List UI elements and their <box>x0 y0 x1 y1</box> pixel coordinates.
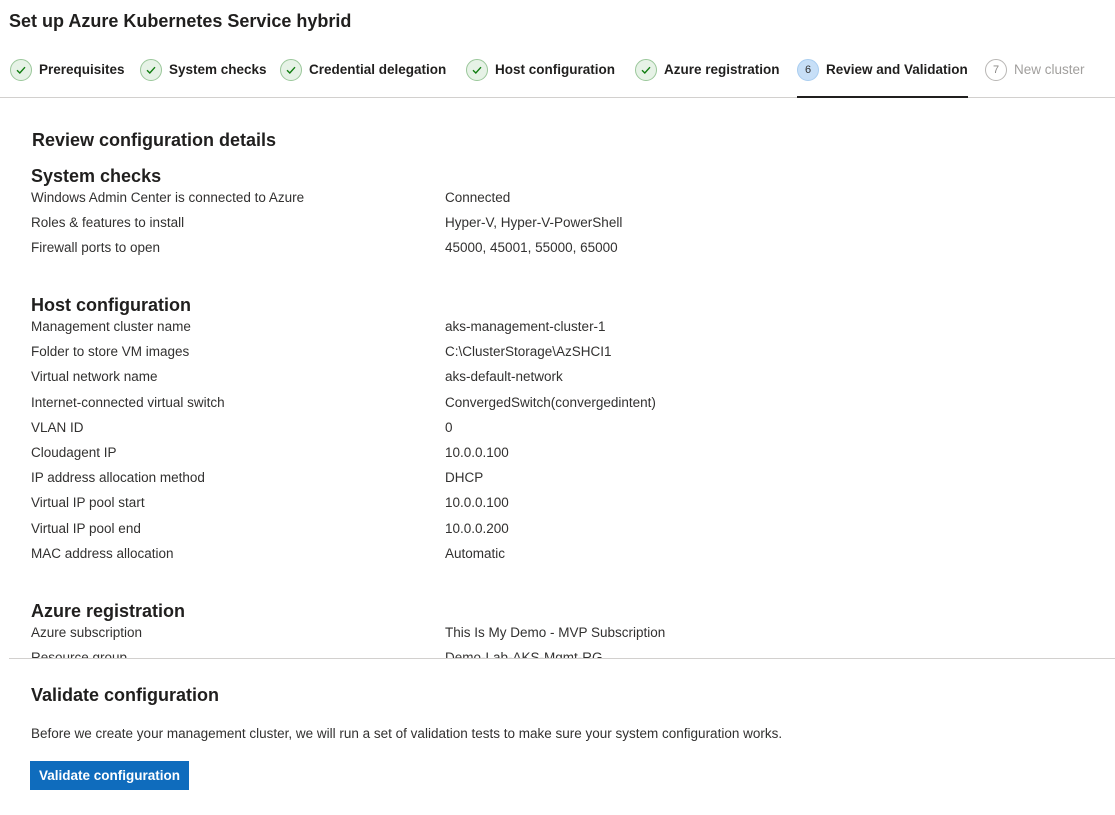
detail-key: IP address allocation method <box>31 470 205 485</box>
detail-key: Virtual network name <box>31 369 158 384</box>
detail-value: 10.0.0.100 <box>445 495 509 510</box>
checkmark-icon <box>10 59 32 81</box>
detail-row: Windows Admin Center is connected to Azu… <box>31 190 1031 210</box>
review-title: Review configuration details <box>32 130 277 150</box>
detail-value: Automatic <box>445 546 506 561</box>
detail-row: Internet-connected virtual switch Converg… <box>31 395 1031 415</box>
checkmark-icon <box>140 59 162 81</box>
step-number-badge: 6 <box>797 59 819 81</box>
detail-value: This Is My Demo - MVP Subscription <box>445 625 666 640</box>
detail-row: Firewall ports to open 45000, 45001, 5500… <box>31 240 1031 260</box>
detail-value: aks-management-cluster-1 <box>445 319 606 334</box>
checkmark-icon <box>635 59 657 81</box>
footer-divider <box>9 658 1115 659</box>
detail-key: Azure subscription <box>31 625 143 640</box>
step-host-configuration[interactable]: Host configuration <box>466 57 615 98</box>
checkmark-icon <box>280 59 302 81</box>
step-new-cluster: 7 New cluster <box>985 57 1085 98</box>
detail-row: Cloudagent IP 10.0.0.100 <box>31 445 1031 465</box>
detail-value: ConvergedSwitch(convergedintent) <box>445 395 656 410</box>
detail-row: Management cluster name aks-management-cl… <box>31 319 1031 339</box>
detail-row: VLAN ID 0 <box>31 420 1031 440</box>
step-label: Prerequisites <box>39 62 125 77</box>
detail-row: Resource group Demo-Lab-AKS-Mgmt-RG <box>31 650 1031 658</box>
detail-value: C:\ClusterStorage\AzSHCI1 <box>445 344 612 359</box>
review-scroll-area[interactable]: Review configuration details System chec… <box>0 98 1115 658</box>
section-title-host-configuration: Host configuration <box>31 295 191 315</box>
detail-value: Demo-Lab-AKS-Mgmt-RG <box>445 650 603 658</box>
detail-row: Virtual IP pool end 10.0.0.200 <box>31 521 1031 541</box>
detail-value: Hyper-V, Hyper-V-PowerShell <box>445 215 623 230</box>
detail-row: Roles & features to install Hyper-V, Hype… <box>31 215 1031 235</box>
step-label: New cluster <box>1014 62 1085 77</box>
step-prerequisites[interactable]: Prerequisites <box>10 57 125 98</box>
detail-key: MAC address allocation <box>31 546 174 561</box>
detail-key: Management cluster name <box>31 319 191 334</box>
detail-key: Virtual IP pool start <box>31 495 145 510</box>
step-review-and-validation[interactable]: 6 Review and Validation <box>797 57 968 98</box>
detail-value: 0 <box>445 420 453 435</box>
step-label: Azure registration <box>664 62 780 77</box>
validate-title: Validate configuration <box>31 685 220 705</box>
detail-row: Folder to store VM images C:\ClusterStora… <box>31 344 1031 364</box>
step-label: Credential delegation <box>309 62 447 77</box>
section-title-azure-registration: Azure registration <box>31 601 186 621</box>
detail-row: Virtual network name aks-default-network <box>31 369 1031 389</box>
section-title-system-checks: System checks <box>31 166 162 186</box>
validate-description: Before we create your management cluster… <box>31 726 783 741</box>
detail-row: IP address allocation method DHCP <box>31 470 1031 490</box>
detail-key: Virtual IP pool end <box>31 521 141 536</box>
step-label: Host configuration <box>495 62 615 77</box>
detail-key: Windows Admin Center is connected to Azu… <box>31 190 305 205</box>
validate-configuration-button[interactable]: Validate configuration <box>30 761 189 790</box>
detail-key: Roles & features to install <box>31 215 185 230</box>
step-number-badge: 7 <box>985 59 1007 81</box>
detail-key: VLAN ID <box>31 420 84 435</box>
detail-value: aks-default-network <box>445 369 563 384</box>
step-system-checks[interactable]: System checks <box>140 57 267 98</box>
detail-value: DHCP <box>445 470 484 485</box>
detail-row: MAC address allocation Automatic <box>31 546 1031 566</box>
detail-value: 10.0.0.100 <box>445 445 509 460</box>
detail-key: Resource group <box>31 650 128 658</box>
detail-row: Azure subscription This Is My Demo - MVP … <box>31 625 1031 645</box>
wizard-stepper: Prerequisites System checks Credential d… <box>0 57 1115 98</box>
page-title: Set up Azure Kubernetes Service hybrid <box>9 11 352 31</box>
step-azure-registration[interactable]: Azure registration <box>635 57 780 98</box>
step-label: Review and Validation <box>826 62 968 77</box>
detail-key: Cloudagent IP <box>31 445 117 460</box>
detail-value: Connected <box>445 190 511 205</box>
detail-row: Virtual IP pool start 10.0.0.100 <box>31 495 1031 515</box>
detail-value: 10.0.0.200 <box>445 521 509 536</box>
step-label: System checks <box>169 62 267 77</box>
detail-key: Internet-connected virtual switch <box>31 395 225 410</box>
detail-key: Folder to store VM images <box>31 344 190 359</box>
checkmark-icon <box>466 59 488 81</box>
step-credential-delegation[interactable]: Credential delegation <box>280 57 446 98</box>
detail-value: 45000, 45001, 55000, 65000 <box>445 240 618 255</box>
detail-key: Firewall ports to open <box>31 240 161 255</box>
